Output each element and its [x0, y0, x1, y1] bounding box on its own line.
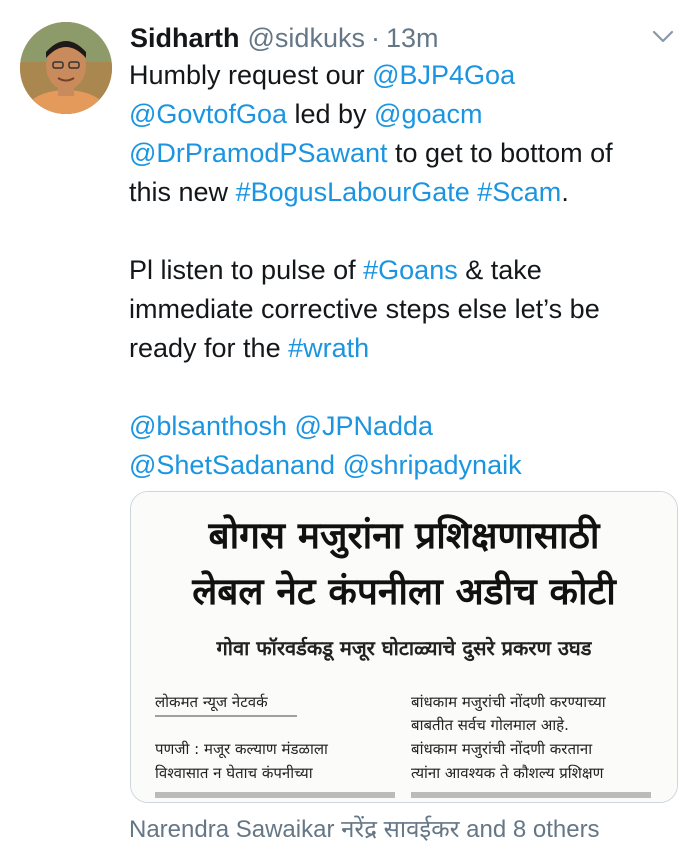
- avatar[interactable]: [20, 22, 112, 114]
- mention-link[interactable]: @GovtofGoa: [129, 99, 287, 129]
- chevron-down-icon[interactable]: [652, 30, 674, 44]
- newspaper-headline-1: बोगस मजुरांना प्रशिक्षणासाठी: [207, 514, 600, 559]
- tweet-text-segment: Humbly request our: [129, 60, 373, 90]
- newspaper-right-line-2: बाबतीत सर्वच गोलमाल आहे.: [411, 716, 569, 734]
- mention-link[interactable]: @goacm: [374, 99, 482, 129]
- hashtag-link[interactable]: #Goans: [363, 255, 458, 285]
- mention-link[interactable]: @ShetSadanand: [129, 450, 335, 480]
- tweet-text-segment: [335, 450, 343, 480]
- avatar-image: [20, 22, 112, 114]
- mention-link[interactable]: @DrPramodPSawant: [129, 138, 388, 168]
- newspaper-byline: लोकमत न्यूज नेटवर्क: [155, 693, 268, 712]
- newspaper-right-line-4: त्यांना आवश्यक ते कौशल्य प्रशिक्षण: [411, 764, 605, 782]
- author-handle[interactable]: @sidkuks: [248, 23, 365, 54]
- mention-link[interactable]: @blsanthosh: [129, 411, 287, 441]
- author-name[interactable]: Sidharth: [130, 23, 240, 54]
- newspaper-left-line-1: पणजी : मजूर कल्याण मंडळाला: [155, 740, 329, 759]
- mention-link[interactable]: @BJP4Goa: [372, 60, 515, 90]
- newspaper-right-line-3: बांधकाम मजुरांची नोंदणी करताना: [411, 740, 593, 759]
- hashtag-link[interactable]: #wrath: [288, 333, 369, 363]
- tweet-media-image[interactable]: बोगस मजुरांना प्रशिक्षणासाठी लेबल नेट कं…: [130, 491, 678, 803]
- separator: ·: [370, 22, 380, 53]
- liked-by-text[interactable]: Narendra Sawaikar नरेंद्र सावईकर and 8 o…: [129, 812, 600, 845]
- mention-link[interactable]: @shripadynaik: [343, 450, 522, 480]
- tweet-text-segment: [287, 411, 295, 441]
- tweet-time[interactable]: 13m: [386, 23, 439, 54]
- mention-link[interactable]: @JPNadda: [295, 411, 433, 441]
- hashtag-link[interactable]: #BogusLabourGate: [236, 177, 470, 207]
- newspaper-left-line-2: विश्वासात न घेताच कंपनीच्या: [155, 764, 314, 782]
- newspaper-right-line-1: बांधकाम मजुरांची नोंदणी करण्याच्या: [411, 693, 607, 712]
- newspaper-clipping: बोगस मजुरांना प्रशिक्षणासाठी लेबल नेट कं…: [131, 492, 677, 802]
- tweet-text-segment: led by: [286, 99, 375, 129]
- tweet-text: Humbly request our @BJP4Goa @GovtofGoa l…: [129, 56, 674, 485]
- hashtag-link[interactable]: #Scam: [477, 177, 561, 207]
- newspaper-headline-2: लेबल नेट कंपनीला अडीच कोटी: [191, 570, 617, 613]
- tweet-header: Sidharth @sidkuks · 13m: [130, 16, 666, 60]
- newspaper-subhead: गोवा फॉरवर्डकडू मजूर घोटाळ्याचे दुसरे प्…: [216, 636, 593, 662]
